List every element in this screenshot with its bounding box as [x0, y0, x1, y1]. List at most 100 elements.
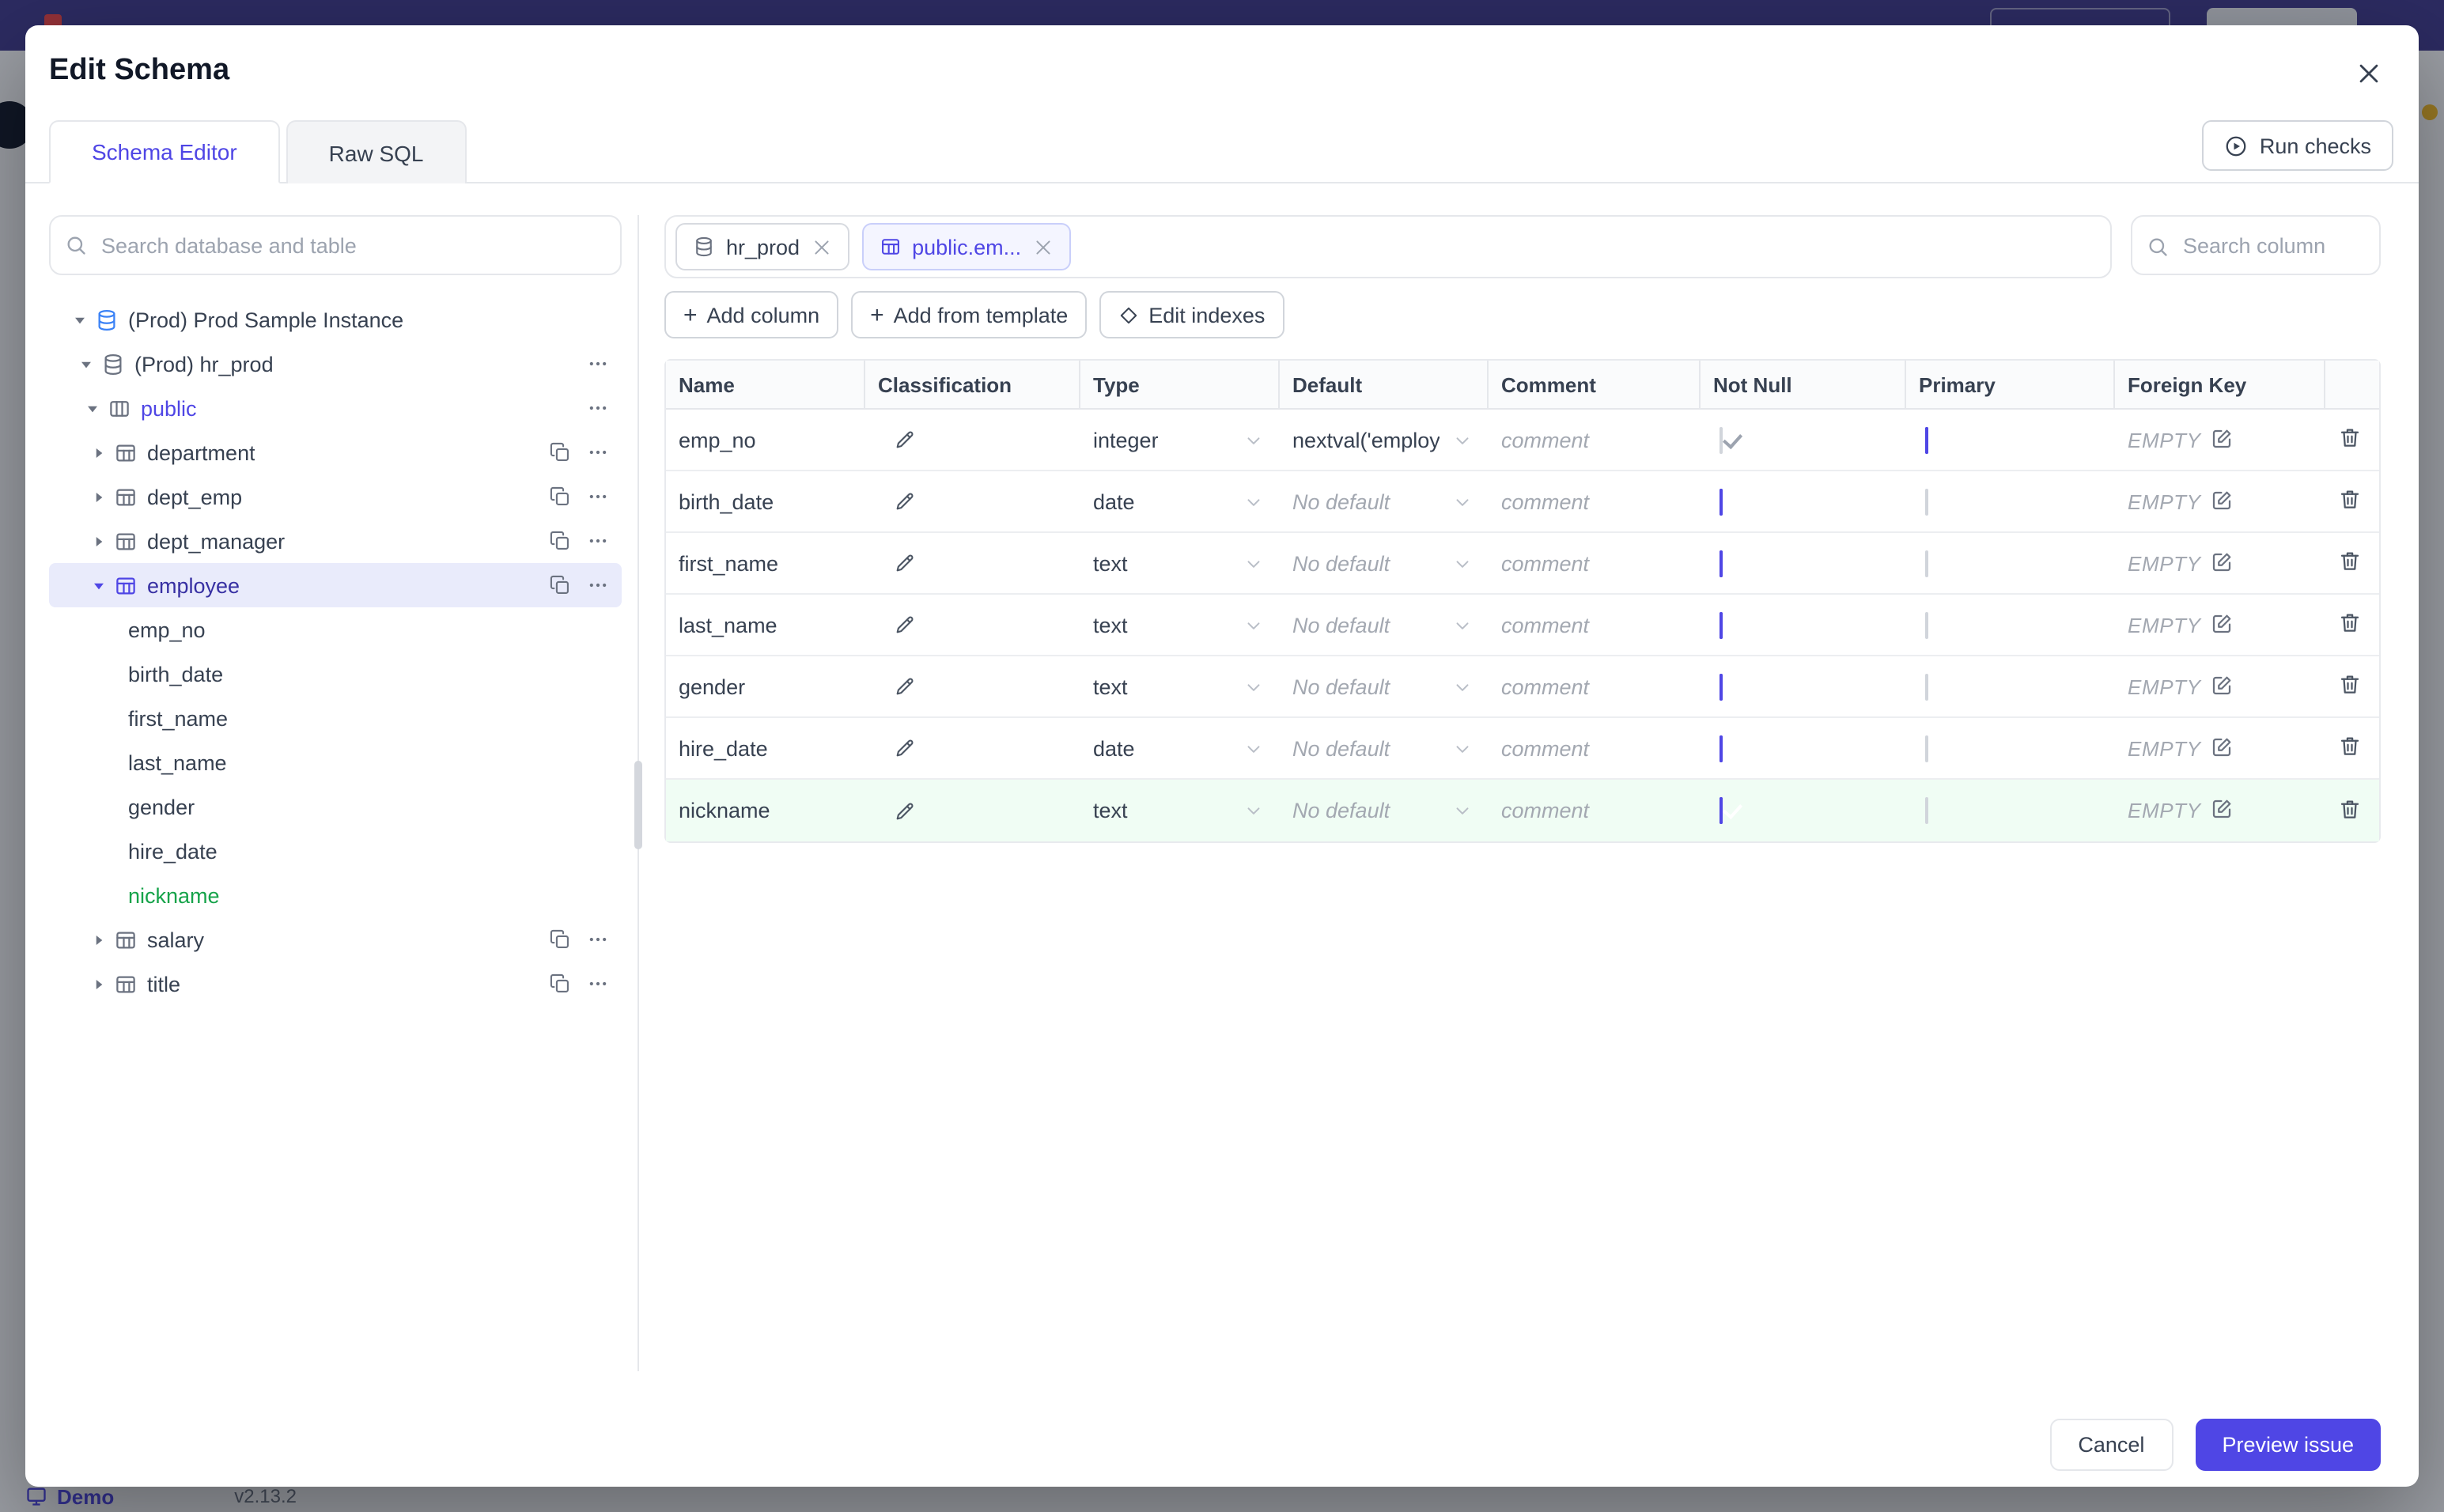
- tree-item-emp_no[interactable]: emp_no: [49, 607, 622, 652]
- type-select[interactable]: integer: [1093, 428, 1267, 452]
- column-name[interactable]: hire_date: [666, 736, 865, 760]
- caret-down-icon[interactable]: [82, 397, 108, 419]
- type-select[interactable]: text: [1093, 613, 1267, 637]
- close-icon[interactable]: [811, 236, 831, 257]
- classification-edit-button[interactable]: [891, 610, 919, 639]
- tree-item-public[interactable]: public: [49, 386, 622, 430]
- not-null-checkbox[interactable]: [1720, 550, 1723, 576]
- tree-item-gender[interactable]: gender: [49, 784, 622, 829]
- primary-checkbox[interactable]: [1925, 735, 1928, 762]
- edit-indexes-button[interactable]: Edit indexes: [1099, 291, 1284, 338]
- foreign-key-edit-button[interactable]: [2211, 673, 2238, 700]
- not-null-checkbox[interactable]: [1720, 426, 1723, 453]
- close-icon[interactable]: [1032, 236, 1053, 257]
- type-select[interactable]: text: [1093, 551, 1267, 575]
- scrollbar-thumb[interactable]: [634, 761, 642, 849]
- primary-checkbox[interactable]: [1925, 797, 1928, 824]
- more-button[interactable]: [584, 527, 612, 555]
- comment-input[interactable]: comment: [1501, 613, 1589, 637]
- preview-issue-button[interactable]: Preview issue: [2195, 1419, 2381, 1471]
- delete-column-button[interactable]: [2338, 672, 2366, 701]
- add-column-button[interactable]: + Add column: [664, 291, 839, 338]
- classification-edit-button[interactable]: [891, 734, 919, 762]
- column-name[interactable]: gender: [666, 675, 865, 698]
- tree-item-employee[interactable]: employee: [49, 563, 622, 607]
- type-select[interactable]: date: [1093, 490, 1267, 513]
- cancel-button[interactable]: Cancel: [2049, 1419, 2173, 1471]
- foreign-key-edit-button[interactable]: [2211, 735, 2238, 762]
- caret-down-icon[interactable]: [89, 574, 114, 596]
- delete-column-button[interactable]: [2338, 487, 2366, 516]
- comment-input[interactable]: comment: [1501, 428, 1589, 452]
- classification-edit-button[interactable]: [891, 796, 919, 825]
- more-button[interactable]: [584, 438, 612, 467]
- delete-column-button[interactable]: [2338, 610, 2366, 639]
- tree-item--prod-hr_prod[interactable]: (Prod) hr_prod: [49, 342, 622, 386]
- column-name[interactable]: birth_date: [666, 490, 865, 513]
- comment-input[interactable]: comment: [1501, 799, 1589, 822]
- foreign-key-edit-button[interactable]: [2211, 550, 2238, 576]
- default-select[interactable]: nextval('employ: [1292, 428, 1476, 452]
- caret-right-icon[interactable]: [89, 973, 114, 995]
- tree-item-first_name[interactable]: first_name: [49, 696, 622, 740]
- more-button[interactable]: [584, 925, 612, 954]
- more-button[interactable]: [584, 970, 612, 998]
- run-checks-button[interactable]: Run checks: [2202, 120, 2393, 171]
- primary-checkbox[interactable]: [1925, 673, 1928, 700]
- type-select[interactable]: date: [1093, 736, 1267, 760]
- tree-item-salary[interactable]: salary: [49, 917, 622, 962]
- comment-input[interactable]: comment: [1501, 551, 1589, 575]
- copy-button[interactable]: [546, 925, 574, 954]
- foreign-key-edit-button[interactable]: [2211, 797, 2238, 824]
- comment-input[interactable]: comment: [1501, 490, 1589, 513]
- not-null-checkbox[interactable]: [1720, 611, 1723, 638]
- copy-button[interactable]: [546, 970, 574, 998]
- database-search-input[interactable]: [49, 215, 622, 275]
- classification-edit-button[interactable]: [891, 549, 919, 577]
- caret-right-icon[interactable]: [89, 530, 114, 552]
- primary-checkbox[interactable]: [1925, 488, 1928, 515]
- delete-column-button[interactable]: [2338, 734, 2366, 762]
- default-select[interactable]: No default: [1292, 613, 1476, 637]
- tree-item--prod-prod-sample-instance[interactable]: (Prod) Prod Sample Instance: [49, 297, 622, 342]
- tree-item-department[interactable]: department: [49, 430, 622, 474]
- tree-item-dept_manager[interactable]: dept_manager: [49, 519, 622, 563]
- caret-down-icon[interactable]: [76, 353, 101, 375]
- panel-divider[interactable]: [634, 215, 642, 1371]
- delete-column-button[interactable]: [2338, 549, 2366, 577]
- not-null-checkbox[interactable]: [1720, 488, 1723, 515]
- tree-item-birth_date[interactable]: birth_date: [49, 652, 622, 696]
- copy-button[interactable]: [546, 571, 574, 599]
- tree-item-hire_date[interactable]: hire_date: [49, 829, 622, 873]
- add-from-template-button[interactable]: + Add from template: [851, 291, 1088, 338]
- column-name[interactable]: last_name: [666, 613, 865, 637]
- tree-item-title[interactable]: title: [49, 962, 622, 1006]
- default-select[interactable]: No default: [1292, 675, 1476, 698]
- caret-right-icon[interactable]: [89, 928, 114, 951]
- copy-button[interactable]: [546, 482, 574, 511]
- foreign-key-edit-button[interactable]: [2211, 488, 2238, 515]
- more-button[interactable]: [584, 350, 612, 378]
- default-select[interactable]: No default: [1292, 551, 1476, 575]
- delete-column-button[interactable]: [2338, 425, 2366, 454]
- default-select[interactable]: No default: [1292, 490, 1476, 513]
- caret-right-icon[interactable]: [89, 441, 114, 463]
- foreign-key-edit-button[interactable]: [2211, 611, 2238, 638]
- tab-schema-editor[interactable]: Schema Editor: [49, 120, 280, 183]
- column-name[interactable]: nickname: [666, 799, 865, 822]
- tab-raw-sql[interactable]: Raw SQL: [286, 120, 467, 183]
- tab-chip-hr_prod[interactable]: hr_prod: [675, 223, 849, 270]
- comment-input[interactable]: comment: [1501, 736, 1589, 760]
- comment-input[interactable]: comment: [1501, 675, 1589, 698]
- classification-edit-button[interactable]: [891, 425, 919, 454]
- not-null-checkbox[interactable]: [1720, 673, 1723, 700]
- classification-edit-button[interactable]: [891, 672, 919, 701]
- copy-button[interactable]: [546, 527, 574, 555]
- caret-down-icon[interactable]: [70, 308, 95, 331]
- column-name[interactable]: first_name: [666, 551, 865, 575]
- close-button[interactable]: [2349, 54, 2387, 92]
- default-select[interactable]: No default: [1292, 736, 1476, 760]
- tree-item-dept_emp[interactable]: dept_emp: [49, 474, 622, 519]
- more-button[interactable]: [584, 482, 612, 511]
- default-select[interactable]: No default: [1292, 799, 1476, 822]
